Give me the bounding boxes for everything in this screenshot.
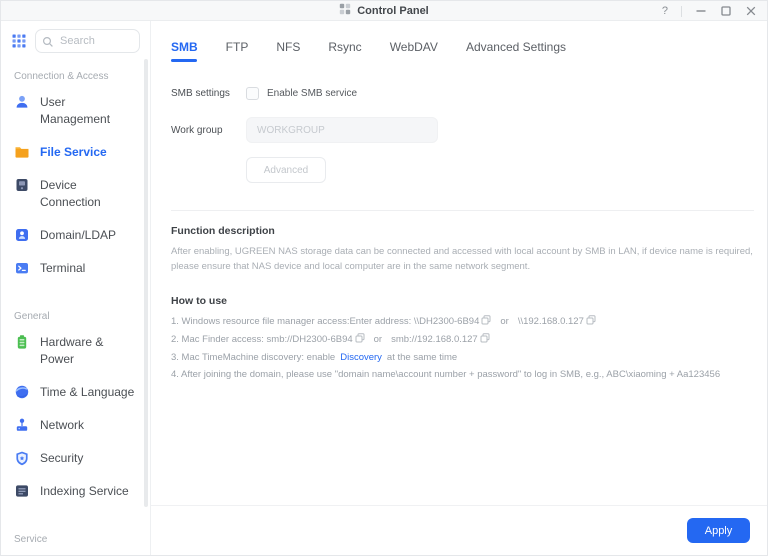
section-service: Service [14, 534, 150, 545]
sidebar: Connection & Access User Management File… [1, 21, 151, 555]
sidebar-scrollbar[interactable] [144, 59, 148, 507]
terminal-icon [14, 260, 30, 276]
function-description-body: After enabling, UGREEN NAS storage data … [171, 244, 754, 274]
window-title: Control Panel [357, 5, 429, 17]
how-to-use-list: 1. Windows resource file manager access:… [171, 313, 754, 383]
search-icon [42, 35, 54, 53]
domain-icon [14, 227, 30, 243]
function-description-heading: Function description [171, 225, 754, 237]
apps-grid-icon [12, 34, 26, 48]
maximize-button[interactable] [720, 5, 732, 17]
howto-line-3: 3. Mac TimeMachine discovery: enableDisc… [171, 349, 754, 366]
close-icon [746, 6, 756, 16]
tab-webdav[interactable]: WebDAV [390, 40, 438, 54]
shield-icon [14, 450, 30, 466]
smb-settings-label: SMB settings [171, 88, 246, 99]
sidebar-item-terminal[interactable]: Terminal [14, 260, 150, 277]
copy-icon[interactable] [355, 332, 365, 349]
titlebar: Control Panel ? [1, 1, 767, 21]
control-panel-window: Control Panel ? [0, 0, 768, 556]
network-icon [14, 417, 30, 433]
sidebar-nav: Connection & Access User Management File… [1, 57, 150, 545]
howto-line-2: 2. Mac Finder access: smb://DH2300-6B94o… [171, 331, 754, 349]
copy-icon[interactable] [586, 314, 596, 331]
section-divider [171, 210, 754, 211]
sidebar-item-device-connection[interactable]: Device Connection [14, 177, 150, 211]
tab-nfs[interactable]: NFS [276, 40, 300, 54]
minimize-icon [696, 6, 706, 16]
maximize-icon [721, 6, 731, 16]
discovery-link[interactable]: Discovery [340, 352, 382, 363]
advanced-button[interactable]: Advanced [246, 157, 326, 183]
sidebar-item-security[interactable]: Security [14, 450, 150, 467]
tab-advanced-settings[interactable]: Advanced Settings [466, 40, 566, 54]
sidebar-item-domain-ldap[interactable]: Domain/LDAP [14, 227, 150, 244]
tab-smb[interactable]: SMB [171, 40, 198, 54]
apps-grid-button[interactable] [11, 33, 27, 49]
sidebar-item-time-language[interactable]: Time & Language [14, 384, 150, 401]
how-to-use-heading: How to use [171, 295, 754, 307]
user-icon [14, 94, 30, 110]
tab-ftp[interactable]: FTP [226, 40, 249, 54]
close-button[interactable] [745, 5, 757, 17]
battery-icon [14, 334, 30, 350]
sidebar-item-network[interactable]: Network [14, 417, 150, 434]
workgroup-input[interactable] [246, 117, 438, 143]
sidebar-item-user-management[interactable]: User Management [14, 94, 150, 128]
section-connection-access: Connection & Access [14, 71, 150, 82]
sidebar-item-indexing-service[interactable]: Indexing Service [14, 483, 150, 500]
titlebar-divider [681, 6, 682, 17]
apply-button[interactable]: Apply [687, 518, 750, 543]
footer-bar: Apply [151, 505, 767, 555]
tabbar: SMB FTP NFS Rsync WebDAV Advanced Settin… [151, 21, 767, 59]
control-panel-icon [339, 2, 351, 20]
sidebar-item-file-service[interactable]: File Service [14, 144, 150, 161]
help-button[interactable]: ? [662, 5, 668, 17]
tab-rsync[interactable]: Rsync [328, 40, 361, 54]
index-icon [14, 483, 30, 499]
section-general: General [14, 311, 150, 322]
howto-line-1: 1. Windows resource file manager access:… [171, 313, 754, 331]
copy-icon[interactable] [480, 332, 490, 349]
device-icon [14, 177, 30, 193]
folder-icon [14, 144, 30, 160]
howto-line-4: 4. After joining the domain, please use … [171, 366, 754, 383]
enable-smb-label: Enable SMB service [267, 88, 357, 99]
smb-settings-content: SMB settings Enable SMB service Work gro… [151, 59, 767, 505]
enable-smb-checkbox[interactable] [246, 87, 259, 100]
minimize-button[interactable] [695, 5, 707, 17]
main-panel: SMB FTP NFS Rsync WebDAV Advanced Settin… [151, 21, 767, 555]
sidebar-item-hardware-power[interactable]: Hardware & Power [14, 334, 150, 368]
workgroup-label: Work group [171, 125, 246, 136]
copy-icon[interactable] [481, 314, 491, 331]
globe-icon [14, 384, 30, 400]
